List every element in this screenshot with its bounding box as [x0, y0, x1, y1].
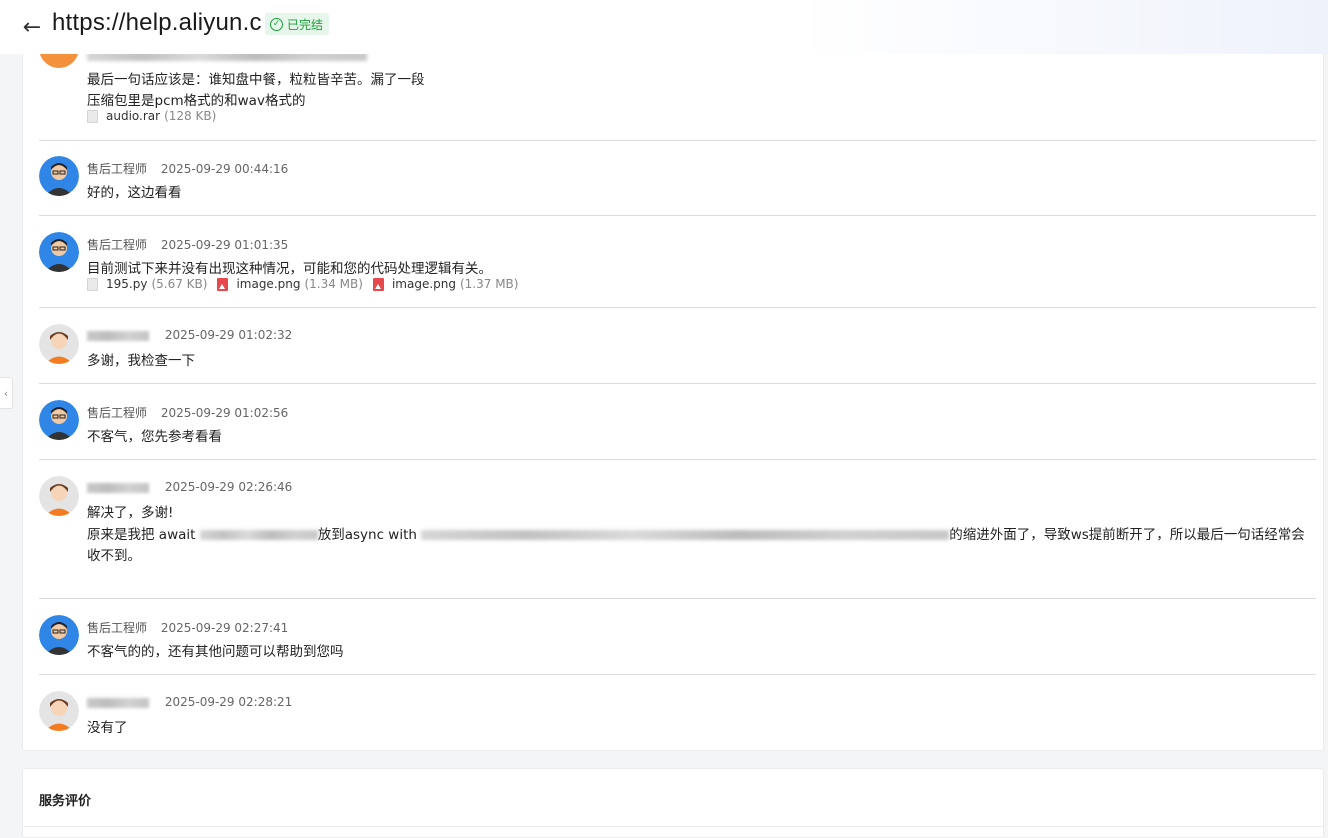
- divider: [39, 140, 1316, 141]
- message-text: 好的，这边看看: [87, 185, 182, 201]
- sender-name-redacted: [87, 697, 149, 708]
- message-time: 2025-09-29 01:02:56: [160, 406, 289, 420]
- chevron-left-icon: ‹: [3, 386, 9, 400]
- sender-name: 售后工程师: [87, 621, 148, 635]
- divider: [39, 598, 1316, 599]
- avatar: [39, 691, 79, 731]
- list-item: 2025-09-29 02:28:21 没有了: [39, 691, 1315, 750]
- attachment-link[interactable]: audio.rar (128 KB): [87, 109, 216, 123]
- divider: [39, 674, 1316, 675]
- list-item: 2025-09-29 02:26:46 解决了，多谢! 原来是我把 await …: [39, 476, 1316, 599]
- conversation-card: 最后一句话应该是：谁知盘中餐，粒粒皆辛苦。漏了一段 压缩包里是pcm格式的和wa…: [22, 54, 1324, 751]
- message-text: 解决了，多谢!: [87, 505, 174, 521]
- list-item: 售后工程师 2025-09-29 00:44:16 好的，这边看看: [39, 156, 1316, 216]
- message-time: 2025-09-29 01:02:32: [164, 328, 293, 342]
- message-text: 压缩包里是pcm格式的和wav格式的: [87, 93, 306, 109]
- image-file-icon: [372, 277, 384, 291]
- divider: [39, 383, 1316, 384]
- list-item: 售后工程师 2025-09-29 01:02:56 不客气，您先参考看看: [39, 400, 1316, 460]
- list-item: 售后工程师 2025-09-29 01:01:35 目前测试下来并没有出现这种情…: [39, 232, 1316, 308]
- message-time: 2025-09-29 00:44:16: [160, 162, 289, 176]
- page-title: https://help.aliyun.c: [52, 9, 262, 36]
- message-time: 2025-09-29 02:26:46: [164, 480, 293, 494]
- divider: [39, 215, 1316, 216]
- avatar: [39, 232, 79, 272]
- message-text: 原来是我把 await 放到async with 的缩进外面了，导致ws提前断开…: [87, 527, 1305, 543]
- file-icon: [87, 109, 98, 123]
- sidebar-collapse-button[interactable]: ‹: [0, 377, 13, 409]
- avatar: [39, 156, 79, 196]
- avatar: [39, 400, 79, 440]
- redacted-text: [199, 530, 318, 540]
- list-item: 最后一句话应该是：谁知盘中餐，粒粒皆辛苦。漏了一段 压缩包里是pcm格式的和wa…: [39, 54, 1316, 141]
- divider: [39, 307, 1316, 308]
- attachment-link[interactable]: image.png (1.34 MB): [217, 277, 363, 291]
- list-item: 2025-09-29 01:02:32 多谢，我检查一下: [39, 324, 1316, 384]
- message-time: 2025-09-29 02:27:41: [160, 621, 289, 635]
- redacted-text: [421, 530, 950, 540]
- attachment-list: audio.rar (128 KB): [87, 109, 226, 123]
- sender-name: 售后工程师: [87, 238, 148, 252]
- message-text: 不客气的的，还有其他问题可以帮助到您吗: [87, 644, 344, 660]
- sender-name-redacted: [87, 330, 149, 341]
- divider: [39, 459, 1316, 460]
- sender-name: 售后工程师: [87, 406, 148, 420]
- message-time: 2025-09-29 01:01:35: [160, 238, 289, 252]
- message-text: 目前测试下来并没有出现这种情况，可能和您的代码处理逻辑有关。: [87, 261, 492, 277]
- status-badge: ✓ 已完结: [265, 13, 330, 35]
- page-header: ← https://help.aliyun.c ✓ 已完结: [0, 0, 1328, 54]
- back-button[interactable]: ←: [20, 14, 44, 40]
- file-icon: [87, 277, 98, 291]
- sender-name: 售后工程师: [87, 162, 148, 176]
- sender-name-redacted: [87, 482, 149, 493]
- message-text: 多谢，我检查一下: [87, 353, 195, 369]
- rating-card: 服务评价: [22, 768, 1324, 838]
- message-text: 不客气，您先参考看看: [87, 429, 222, 445]
- message-time: 2025-09-29 02:28:21: [164, 695, 293, 709]
- message-text: 没有了: [87, 720, 128, 736]
- message-text: 收不到。: [87, 548, 141, 564]
- image-file-icon: [217, 277, 229, 291]
- attachment-link[interactable]: image.png (1.37 MB): [372, 277, 518, 291]
- avatar: [39, 615, 79, 655]
- attachment-link[interactable]: 195.py (5.67 KB): [87, 277, 207, 291]
- avatar: [39, 54, 79, 68]
- avatar: [39, 324, 79, 364]
- check-circle-icon: ✓: [270, 17, 283, 31]
- attachment-list: 195.py (5.67 KB) image.png (1.34 MB) ima…: [87, 277, 528, 291]
- rating-title: 服务评价: [39, 794, 92, 809]
- avatar: [39, 476, 79, 516]
- message-text: 最后一句话应该是：谁知盘中餐，粒粒皆辛苦。漏了一段: [87, 72, 425, 88]
- divider: [23, 826, 1323, 827]
- arrow-left-icon: ←: [22, 14, 42, 40]
- list-item: 售后工程师 2025-09-29 02:27:41 不客气的的，还有其他问题可以…: [39, 615, 1316, 675]
